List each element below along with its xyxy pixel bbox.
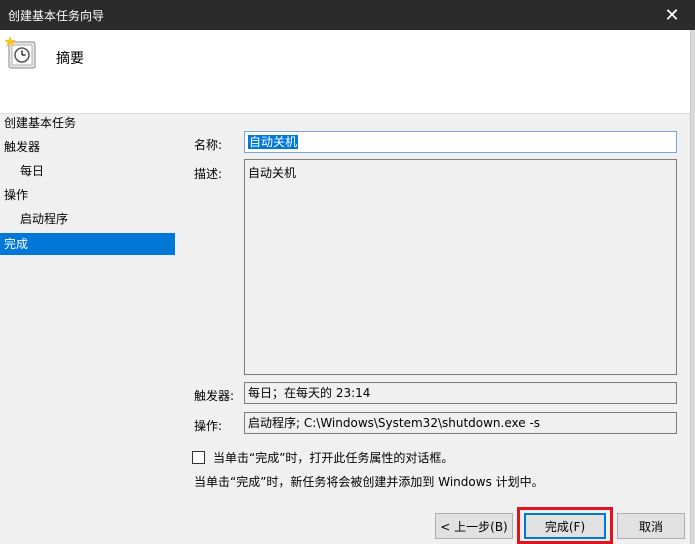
wizard-steps-sidebar: 创建基本任务 触发器 每日 操作 启动程序 完成: [0, 115, 176, 544]
action-label: 操作:: [194, 419, 223, 433]
action-field: 启动程序; C:\Windows\System32\shutdown.exe -…: [244, 412, 677, 434]
sidebar-item-action: 操作: [4, 188, 29, 202]
trigger-field: 每日；在每天的 23:14: [244, 382, 677, 404]
open-properties-label[interactable]: 当单击“完成”时，打开此任务属性的对话框。: [213, 449, 453, 466]
sidebar-item-finish: 完成: [0, 233, 175, 255]
title-bar: 创建基本任务向导 ✕: [0, 0, 695, 30]
open-properties-checkbox[interactable]: [192, 450, 205, 464]
description-label: 描述:: [194, 167, 223, 181]
description-field[interactable]: 自动关机: [244, 159, 677, 375]
back-button[interactable]: < 上一步(B): [435, 513, 513, 539]
close-icon[interactable]: ✕: [649, 0, 695, 30]
name-value: 自动关机: [248, 135, 299, 149]
open-properties-option[interactable]: 当单击“完成”时，打开此任务属性的对话框。: [192, 449, 453, 465]
sidebar-item-trigger: 触发器: [4, 140, 41, 154]
window-edge: [690, 30, 695, 544]
name-label: 名称:: [194, 138, 223, 152]
sidebar-item-daily: 每日: [20, 164, 45, 178]
cancel-button[interactable]: 取消: [617, 513, 685, 539]
sidebar-item-start-program: 启动程序: [20, 212, 69, 226]
finish-note: 当单击“完成”时，新任务将会被创建并添加到 Windows 计划中。: [194, 475, 544, 489]
page-title: 摘要: [56, 51, 84, 67]
name-field[interactable]: 自动关机: [244, 131, 677, 153]
finish-button[interactable]: 完成(F): [524, 513, 606, 539]
window-title: 创建基本任务向导: [8, 9, 105, 23]
wizard-header: 摘要: [0, 30, 690, 114]
summary-panel: 名称: 自动关机 描述: 自动关机 触发器: 每日；在每天的 23:14 操作:…: [176, 115, 690, 544]
trigger-label: 触发器:: [194, 389, 235, 403]
clock-task-wizard-icon: [4, 36, 36, 69]
sidebar-item-create-basic-task: 创建基本任务: [4, 116, 77, 130]
